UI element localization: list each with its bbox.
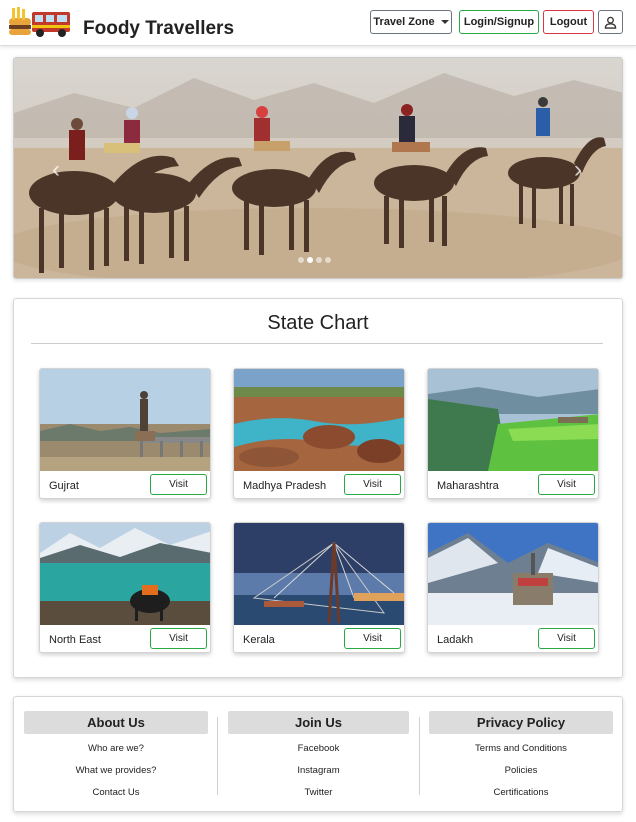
visit-button[interactable]: Visit — [344, 628, 401, 649]
carousel-prev-icon[interactable]: ‹ — [52, 158, 60, 182]
logout-button[interactable]: Logout — [543, 10, 594, 34]
logo-icon[interactable] — [8, 6, 72, 38]
state-name: Kerala — [243, 634, 275, 646]
carousel-dot-active[interactable] — [307, 257, 313, 263]
carousel-dot[interactable] — [316, 257, 322, 263]
footer-heading: About Us — [24, 711, 208, 734]
footer-link[interactable]: Twitter — [228, 785, 409, 800]
travel-zone-label: Travel Zone — [373, 16, 435, 28]
state-card-ladakh: Ladakh Visit — [427, 522, 599, 653]
state-card-north-east: North East Visit — [39, 522, 211, 653]
carousel-dot[interactable] — [298, 257, 304, 263]
state-name: North East — [49, 634, 101, 646]
footer-divider — [217, 717, 218, 795]
state-card-kerala: Kerala Visit — [233, 522, 405, 653]
footer-link[interactable]: Certifications — [429, 785, 613, 800]
state-name: Ladakh — [437, 634, 474, 646]
footer-column-privacy: Privacy Policy Terms and Conditions Poli… — [429, 711, 613, 803]
state-image — [40, 369, 210, 471]
visit-button[interactable]: Visit — [150, 628, 207, 649]
state-name: Maharashtra — [437, 480, 499, 492]
caret-down-icon — [440, 20, 449, 24]
state-name: Gujrat — [49, 480, 79, 492]
footer-link[interactable]: Who are we? — [24, 741, 208, 756]
footer-link[interactable]: Policies — [429, 763, 613, 778]
state-image — [234, 369, 404, 471]
footer: About Us Who are we? What we provides? C… — [13, 696, 623, 812]
state-image — [428, 369, 598, 471]
user-icon — [604, 16, 617, 29]
brand-title[interactable]: Foody Travellers — [83, 18, 234, 40]
carousel-indicators — [298, 257, 331, 263]
hero-carousel[interactable]: ‹ › — [13, 57, 623, 279]
state-chart-section: State Chart Gujrat Visit Madhya Pradesh … — [13, 298, 623, 678]
footer-link[interactable]: Contact Us — [24, 785, 208, 800]
footer-link[interactable]: Terms and Conditions — [429, 741, 613, 756]
footer-link[interactable]: Facebook — [228, 741, 409, 756]
visit-button[interactable]: Visit — [538, 628, 595, 649]
footer-link[interactable]: What we provides? — [24, 763, 208, 778]
visit-button[interactable]: Visit — [344, 474, 401, 495]
travel-zone-dropdown[interactable]: Travel Zone — [370, 10, 452, 34]
visit-button[interactable]: Visit — [538, 474, 595, 495]
footer-column-join: Join Us Facebook Instagram Twitter — [228, 711, 409, 803]
state-image — [428, 523, 598, 625]
state-image — [40, 523, 210, 625]
footer-heading: Privacy Policy — [429, 711, 613, 734]
state-card-madhya-pradesh: Madhya Pradesh Visit — [233, 368, 405, 499]
carousel-next-icon[interactable]: › — [574, 158, 582, 182]
visit-button[interactable]: Visit — [150, 474, 207, 495]
navbar: Foody Travellers Travel Zone Login/Signu… — [0, 0, 636, 46]
state-name: Madhya Pradesh — [243, 480, 327, 492]
carousel-slide-image — [14, 58, 622, 278]
footer-divider — [419, 717, 420, 795]
login-signup-button[interactable]: Login/Signup — [459, 10, 539, 34]
footer-link[interactable]: Instagram — [228, 763, 409, 778]
carousel-dot[interactable] — [325, 257, 331, 263]
state-image — [234, 523, 404, 625]
footer-column-about: About Us Who are we? What we provides? C… — [24, 711, 208, 803]
footer-heading: Join Us — [228, 711, 409, 734]
state-card-gujrat: Gujrat Visit — [39, 368, 211, 499]
state-card-maharashtra: Maharashtra Visit — [427, 368, 599, 499]
user-button[interactable] — [598, 10, 623, 34]
divider — [31, 343, 603, 344]
section-title: State Chart — [267, 312, 369, 334]
